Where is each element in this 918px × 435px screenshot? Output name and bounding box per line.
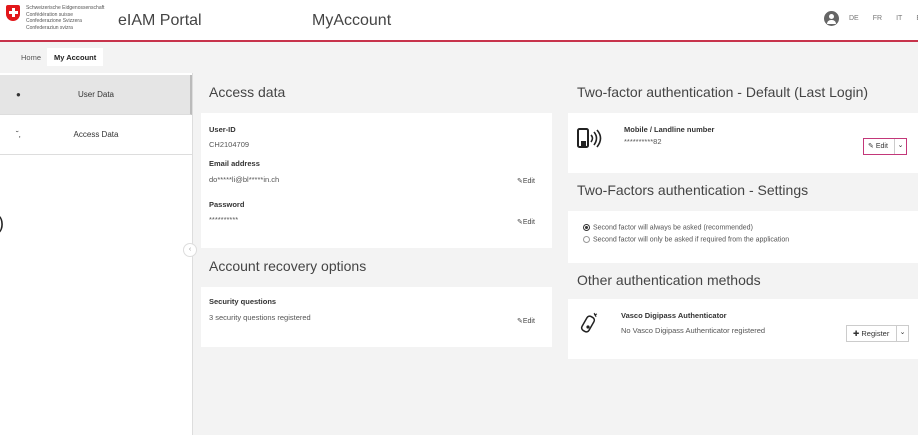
lang-it[interactable]: IT [896,15,902,22]
chevron-down-icon[interactable]: ⌄ [894,139,906,154]
language-switcher: DE FR IT E [849,15,918,22]
other-methods-card: Vasco Digipass Authenticator No Vasco Di… [568,299,918,359]
tab-my-account[interactable]: My Account [47,48,104,66]
lang-fr[interactable]: FR [873,15,882,22]
password-value: ********** [209,215,239,224]
ask-if-required-option[interactable]: Second factor will only be asked if requ… [583,236,789,243]
sidebar-item-label: User Data [77,90,114,99]
mobile-method-label: Mobile / Landline number [624,125,715,134]
two-factor-settings-title: Two-Factors authentication - Settings [577,182,809,198]
two-factor-default-card: Mobile / Landline number **********82 ✎ … [568,113,918,173]
security-questions-value: 3 security questions registered [209,313,311,322]
register-button[interactable]: ✚ Register ⌄ [846,325,909,342]
password-edit-label: Edit [522,219,535,226]
access-data-card: User-ID CH2104709 Email address do*****l… [201,113,552,248]
email-label: Email address [209,159,260,168]
two-factor-default-title: Two-factor authentication - Default (Las… [577,84,869,100]
vasco-method-label: Vasco Digipass Authenticator [621,311,727,320]
always-ask-option[interactable]: Second factor will always be asked (reco… [583,224,753,231]
two-factor-edit-label: Edit [875,143,888,150]
password-label: Password [209,200,245,209]
recovery-title: Account recovery options [209,258,367,274]
user-id-label: User-ID [209,125,236,134]
confed-line-rm: Confederaziun svizra [26,24,73,31]
register-main[interactable]: ✚ Register [847,326,898,341]
other-methods-title: Other authentication methods [577,272,761,288]
lang-de[interactable]: DE [849,15,859,22]
sidebar-item-user-data[interactable]: ● User Data [0,75,192,115]
collapse-sidebar-button[interactable]: ‹ [183,243,197,257]
always-ask-radio[interactable] [583,224,590,231]
two-factor-settings-card: Second factor will always be asked (reco… [568,211,918,263]
edge-bracket-icon: ) [0,213,4,234]
user-avatar-icon[interactable] [824,11,839,26]
chevron-down-icon[interactable]: ⌄ [896,326,908,341]
email-value: do*****li@bl*****in.ch [209,175,280,184]
sidebar-item-access-data[interactable]: ˘, Access Data [0,115,192,155]
swiss-flag-icon [6,5,20,21]
security-questions-label: Security questions [209,297,277,306]
page-title: MyAccount [312,12,392,29]
ask-if-required-label: Second factor will only be asked if requ… [593,236,790,244]
email-edit-label: Edit [522,178,535,185]
pencil-icon: ✎ [868,143,874,150]
email-edit-link[interactable]: ✎Edit [517,177,535,185]
confed-line-de: Schweizerische Eidgenossenschaft [26,5,105,11]
mobile-method-value: **********82 [624,137,662,146]
recovery-card: Security questions 3 security questions … [201,287,552,347]
vasco-method-value: No Vasco Digipass Authenticator register… [621,326,766,335]
header-bar: Schweizerische Eidgenossenschaft Confédé… [0,0,918,42]
sidebar: ● User Data ˘, Access Data [0,73,193,435]
tab-home[interactable]: Home [14,48,48,66]
always-ask-label: Second factor will always be asked (reco… [593,224,753,232]
phone-signal-icon [577,128,602,148]
password-edit-link[interactable]: ✎Edit [517,218,535,226]
digipass-token-icon [580,312,598,333]
ask-if-required-radio[interactable] [583,236,590,243]
portal-title: eIAM Portal [118,12,202,29]
sidebar-item-label: Access Data [73,130,119,139]
user-id-value: CH2104709 [209,140,250,149]
two-factor-edit-button[interactable]: ✎ Edit ⌄ [863,138,907,155]
breadcrumb-tabs: Home My Account [0,44,918,66]
access-data-title: Access data [209,84,286,100]
security-edit-link[interactable]: ✎Edit [517,317,535,325]
security-edit-label: Edit [522,318,535,325]
confederation-text: Schweizerische Eidgenossenschaft Confédé… [26,5,104,31]
register-label: Register [861,329,890,338]
two-factor-edit-main[interactable]: ✎ Edit [864,139,894,154]
plus-icon: ✚ [853,329,860,338]
